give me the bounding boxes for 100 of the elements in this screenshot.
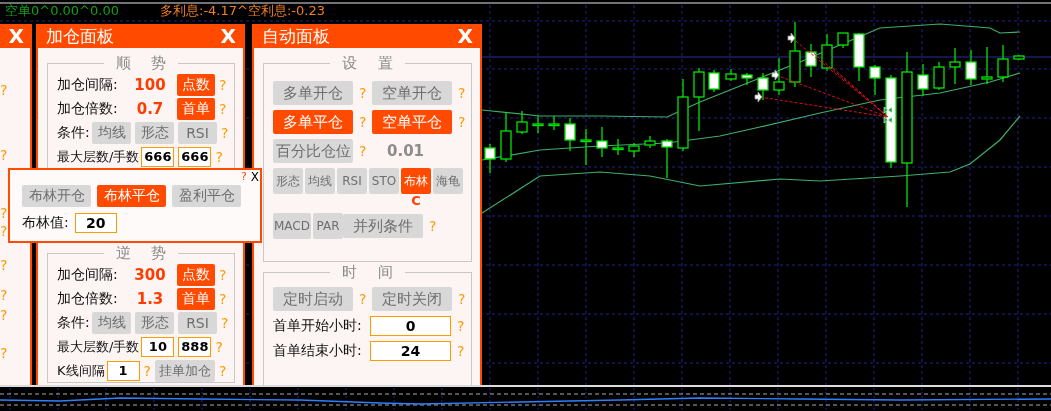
help-mark[interactable]: ? — [218, 363, 227, 379]
help-mark[interactable]: ? — [219, 101, 227, 117]
field-label: 布林值: — [22, 214, 69, 232]
candlestick — [548, 115, 560, 131]
toggle-button[interactable]: RSI — [178, 312, 217, 334]
input-field[interactable]: 20 — [74, 213, 117, 233]
arrow-marker-icon — [787, 32, 796, 44]
help-mark[interactable]: ? — [458, 291, 466, 307]
input-field[interactable]: 1 — [106, 361, 140, 381]
toggle-button[interactable]: 盈利平仓 — [172, 185, 241, 207]
group-title: 顺 势 — [103, 54, 179, 72]
help-mark[interactable]: ? — [0, 223, 8, 239]
help-mark[interactable]: ? — [0, 345, 8, 361]
candlestick — [532, 115, 544, 134]
help-mark[interactable]: ? — [359, 85, 367, 101]
help-mark[interactable]: ? — [215, 149, 223, 165]
close-button[interactable]: X — [218, 25, 238, 47]
toggle-button[interactable]: 布林开仓 — [22, 185, 91, 207]
toggle-button[interactable]: 空单平仓 — [372, 110, 452, 134]
input-field[interactable]: 10 — [141, 337, 175, 357]
candlestick — [789, 21, 801, 88]
help-mark[interactable]: ? — [0, 287, 8, 303]
toggle-button[interactable]: 形态 — [135, 122, 174, 144]
toggle-button[interactable]: 多单开仓 — [273, 81, 353, 105]
toggle-button[interactable]: 点数 — [177, 74, 215, 96]
help-mark[interactable]: ? — [359, 143, 367, 159]
status-text: 空单0^0.00^0.00 — [4, 2, 120, 20]
toggle-button[interactable]: PAR — [313, 213, 343, 239]
candlestick — [693, 67, 705, 132]
field-label: 条件: — [57, 314, 91, 332]
toggle-button[interactable]: 布林 — [401, 168, 431, 194]
help-mark[interactable]: ? — [458, 85, 466, 101]
toggle-button[interactable]: STO — [369, 168, 399, 194]
help-mark[interactable]: ? — [0, 257, 8, 273]
toggle-button[interactable]: 百分比仓位 — [273, 139, 353, 163]
candlestick — [741, 72, 753, 86]
candlestick — [1013, 54, 1025, 61]
toggle-button[interactable]: 均线 — [92, 312, 131, 334]
toggle-button[interactable]: 点数 — [177, 264, 215, 286]
toggle-button[interactable]: MACD — [273, 213, 311, 239]
value-text: 0.7 — [135, 100, 165, 118]
help-mark[interactable]: ? — [359, 114, 367, 130]
help-mark[interactable]: ? — [219, 267, 227, 283]
toggle-button[interactable]: 均线 — [92, 122, 131, 144]
candlestick — [612, 138, 624, 156]
toggle-button[interactable]: 海龟 — [433, 168, 463, 194]
value-text: 1.3 — [135, 290, 165, 308]
toggle-button[interactable]: 形态 — [135, 312, 174, 334]
field-label: 首单结束小时: — [273, 342, 363, 360]
toggle-button[interactable]: 首单 — [177, 98, 215, 120]
toggle-button[interactable]: RSI — [178, 122, 217, 144]
help-mark[interactable]: ? — [143, 363, 151, 379]
toggle-button[interactable]: 均线 — [305, 168, 335, 194]
arrow-marker-icon — [771, 69, 780, 81]
toggle-button[interactable]: 定时启动 — [273, 287, 353, 311]
input-field[interactable]: 666 — [178, 147, 212, 167]
candlestick — [773, 57, 785, 96]
toggle-button[interactable]: RSI — [337, 168, 367, 194]
candlestick — [484, 143, 496, 174]
help-mark[interactable]: ? — [0, 82, 8, 98]
close-button[interactable]: X — [455, 25, 475, 47]
candlestick — [853, 32, 865, 82]
field-label: 加仓倍数: — [57, 100, 119, 118]
close-button[interactable]: X — [6, 25, 26, 47]
help-mark[interactable]: ? — [215, 339, 223, 355]
candlestick — [837, 32, 849, 49]
input-field[interactable]: 0 — [370, 316, 451, 336]
help-mark[interactable]: ? — [458, 114, 466, 130]
toggle-button[interactable]: 多单平仓 — [273, 110, 353, 134]
help-mark[interactable]: ? — [240, 170, 247, 183]
field-label: 加仓间隔: — [57, 76, 119, 94]
toggle-button[interactable]: 定时关闭 — [372, 287, 452, 311]
toggle-button[interactable]: 挂单加仓 — [154, 360, 215, 382]
toggle-button[interactable]: 布林平仓 — [97, 185, 166, 207]
input-field[interactable]: 888 — [178, 337, 212, 357]
input-field[interactable]: 666 — [141, 147, 175, 167]
help-mark[interactable]: ? — [0, 147, 8, 163]
value-text: 300 — [133, 266, 167, 284]
help-mark[interactable]: ? — [0, 307, 8, 323]
help-mark[interactable]: ? — [429, 218, 437, 234]
help-mark[interactable]: ? — [221, 125, 229, 141]
help-mark[interactable]: ? — [457, 318, 465, 334]
help-mark[interactable]: ? — [219, 77, 227, 93]
help-mark[interactable]: ? — [457, 343, 465, 359]
input-field[interactable]: 24 — [370, 341, 451, 361]
toggle-button[interactable]: 首单 — [177, 288, 215, 310]
toggle-button[interactable]: 并列条件 — [343, 214, 423, 238]
field-label: 最大层数/手数 — [57, 338, 140, 356]
help-mark[interactable]: ? — [0, 205, 8, 221]
toggle-button[interactable]: 空单开仓 — [372, 81, 452, 105]
field-label: 加仓间隔: — [57, 266, 119, 284]
candlestick — [644, 135, 656, 149]
close-button[interactable]: X — [249, 170, 260, 183]
help-mark[interactable]: ? — [221, 315, 229, 331]
toggle-button[interactable]: 形态 — [273, 168, 303, 194]
candlestick — [917, 63, 929, 97]
candlestick — [933, 61, 945, 91]
group-title: 逆 势 — [103, 244, 179, 262]
help-mark[interactable]: ? — [219, 291, 227, 307]
help-mark[interactable]: ? — [359, 291, 367, 307]
